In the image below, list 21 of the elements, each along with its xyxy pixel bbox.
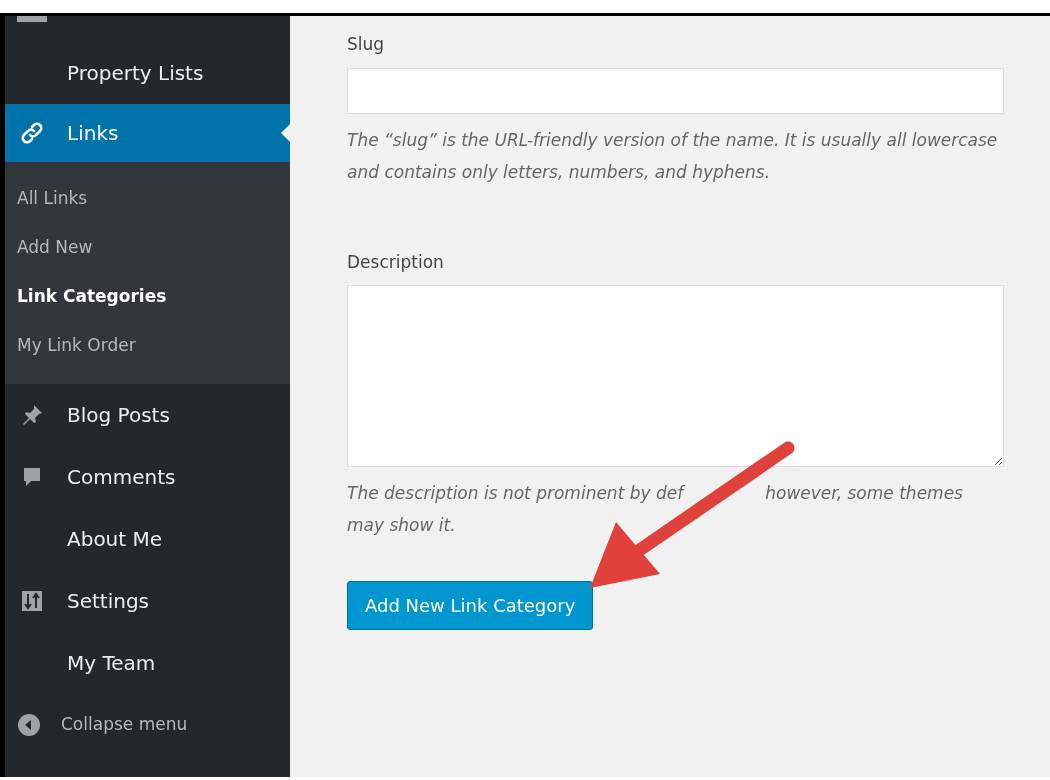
help-text: The description is not prominent by def — [347, 482, 684, 505]
menu-item[interactable]: Comments — [5, 446, 290, 508]
menu-item[interactable]: Blog Posts — [5, 384, 290, 446]
field-label: Slug — [347, 33, 386, 56]
collapse-menu-button[interactable]: Collapse menu — [5, 694, 290, 756]
help-text: however, some themes — [765, 482, 963, 505]
submenu-item[interactable]: Link Categories — [17, 272, 167, 321]
help-text: may show it. — [347, 514, 456, 537]
submenu-item[interactable]: All Links — [17, 174, 88, 223]
slug-field[interactable] — [347, 67, 1004, 114]
help-text: The “slug” is the URL-friendly version of the name. It is usually all lowercase and contains only letters, numbers, and hyphens. — [347, 128, 999, 184]
menu-item[interactable]: My Team — [5, 632, 290, 694]
menu-item[interactable]: About Me — [5, 508, 290, 570]
collapse-icon — [17, 713, 41, 737]
field-label: Description — [347, 250, 445, 274]
menu-item[interactable]: Links — [5, 104, 290, 162]
menu-item[interactable]: Property Lists — [5, 42, 290, 104]
menu-item[interactable]: Settings — [5, 570, 290, 632]
submenu-item[interactable]: Add New — [17, 223, 93, 272]
description-field[interactable] — [347, 285, 1004, 467]
submenu-item[interactable]: My Link Order — [17, 321, 136, 370]
